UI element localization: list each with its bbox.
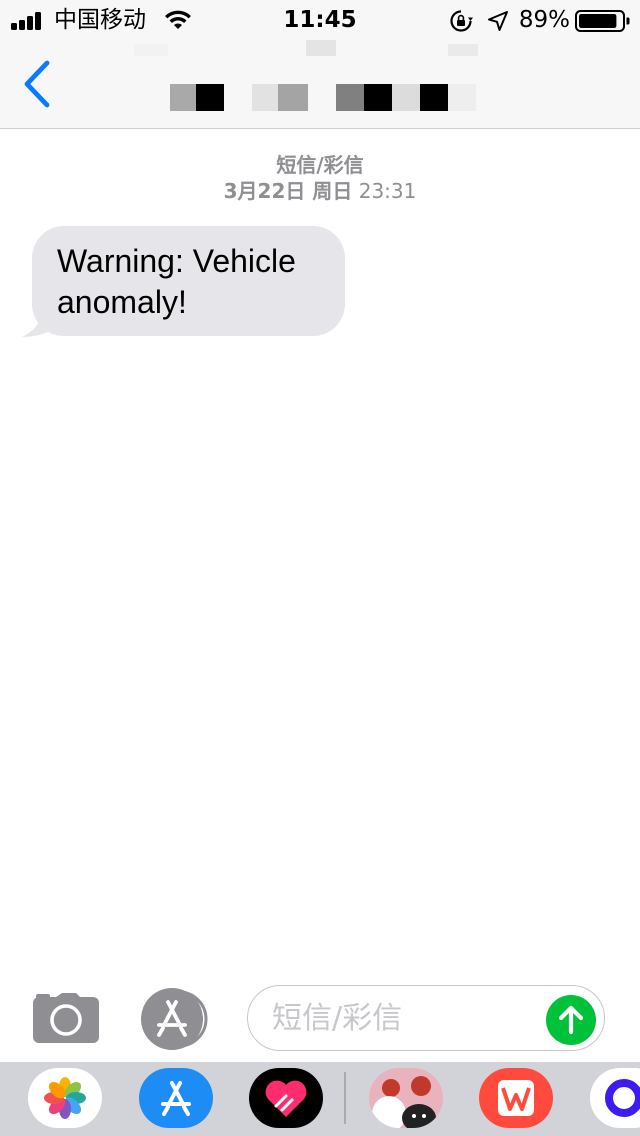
location-icon — [488, 11, 508, 31]
app-store-icon — [161, 1081, 191, 1116]
sticker-app[interactable] — [369, 1068, 443, 1128]
message-input-field[interactable] — [247, 985, 605, 1051]
message-composer — [0, 980, 640, 1062]
back-button[interactable] — [16, 58, 62, 110]
status-bar: 中国移动 11:45 89% — [0, 0, 640, 40]
contact-name-redacted[interactable] — [130, 40, 510, 128]
service-label: 短信/彩信 — [276, 153, 364, 177]
timestamp-time: 23:31 — [358, 179, 417, 203]
battery-percent: 89% — [518, 7, 570, 33]
photos-app[interactable] — [28, 1068, 102, 1128]
thread-header: 短信/彩信 3月22日 周日 23:31 — [0, 152, 640, 204]
sticker-app-icon — [372, 1076, 436, 1128]
app-store-button[interactable] — [138, 988, 214, 1050]
orientation-lock-icon — [450, 10, 473, 32]
photos-icon — [44, 1077, 86, 1119]
circle-app-icon — [605, 1079, 640, 1117]
circle-app[interactable] — [590, 1068, 640, 1128]
timestamp-date: 3月22日 周日 — [223, 179, 353, 203]
wps-app-icon — [498, 1080, 534, 1116]
message-timestamp: 3月22日 周日 23:31 — [0, 178, 640, 204]
app-store-icon — [141, 988, 208, 1050]
navigation-bar — [0, 40, 640, 129]
heart-app-icon — [265, 1080, 307, 1117]
send-arrow-icon — [558, 1005, 584, 1035]
message-text: Warning: Vehicle anomaly! — [57, 243, 296, 320]
chevron-left-icon — [24, 60, 50, 108]
message-bubble[interactable]: Warning: Vehicle anomaly! — [20, 226, 350, 338]
send-button[interactable] — [546, 995, 596, 1045]
camera-icon — [33, 993, 99, 1043]
wps-app[interactable] — [479, 1068, 553, 1128]
imessage-app-drawer — [0, 1062, 640, 1136]
app-store-app[interactable] — [139, 1068, 213, 1128]
drawer-divider — [344, 1072, 346, 1124]
battery-icon — [575, 10, 630, 32]
message-input[interactable] — [272, 996, 532, 1040]
heart-app[interactable] — [249, 1068, 323, 1128]
camera-button[interactable] — [32, 992, 100, 1044]
